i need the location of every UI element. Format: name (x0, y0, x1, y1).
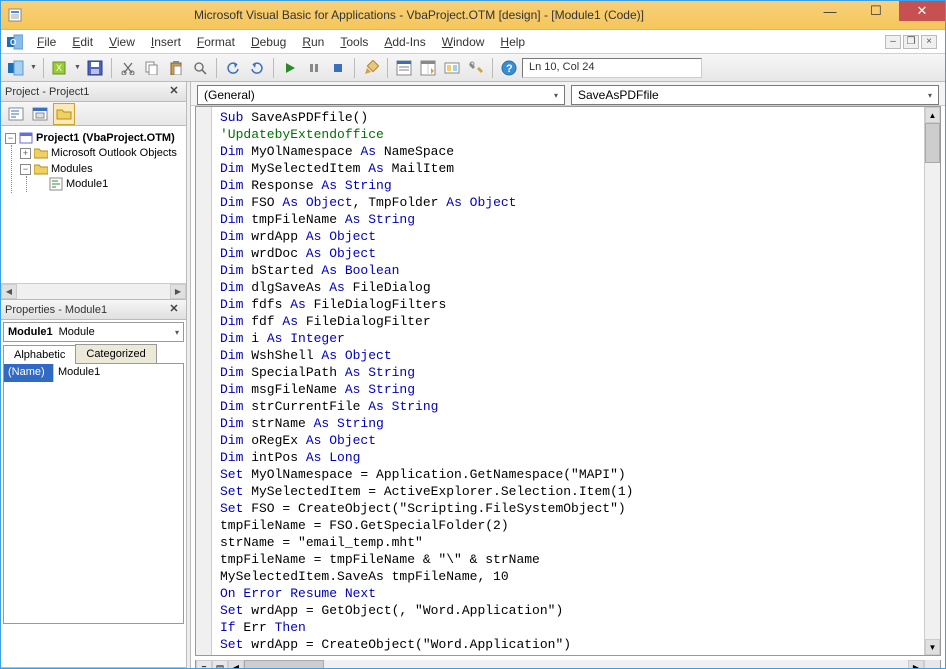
minimize-button[interactable]: — (807, 1, 853, 21)
title-bar: Microsoft Visual Basic for Applications … (1, 1, 945, 30)
menu-format[interactable]: Format (189, 32, 243, 52)
expander-icon[interactable]: − (5, 133, 16, 144)
close-button[interactable]: ✕ (899, 1, 945, 21)
run-button[interactable] (279, 57, 301, 79)
code-margin (196, 107, 212, 655)
object-combo[interactable]: (General)▾ (197, 85, 565, 105)
project-panel-close-button[interactable]: ✕ (166, 84, 182, 100)
properties-grid[interactable]: (Name) Module1 (3, 364, 184, 624)
procedure-view-button[interactable]: ≡ (196, 660, 212, 668)
insert-module-button[interactable]: X (49, 57, 71, 79)
svg-text:O: O (10, 38, 16, 47)
menu-run[interactable]: Run (294, 32, 332, 52)
svg-text:?: ? (506, 63, 513, 75)
outlook-icon: O (5, 32, 25, 52)
svg-text:X: X (56, 63, 62, 73)
paste-button[interactable] (165, 57, 187, 79)
find-button[interactable] (189, 57, 211, 79)
scroll-right-button[interactable]: ▶ (908, 660, 924, 668)
vertical-scrollbar[interactable]: ▲▼ (924, 107, 940, 655)
project-root[interactable]: Project1 (VbaProject.OTM) (36, 132, 175, 144)
cursor-position-box: Ln 10, Col 24 (522, 58, 702, 78)
maximize-button[interactable]: ☐ (853, 1, 899, 21)
menu-bar: O FileEditViewInsertFormatDebugRunToolsA… (1, 30, 945, 54)
menu-add-ins[interactable]: Add-Ins (376, 32, 433, 52)
menu-help[interactable]: Help (492, 32, 533, 52)
window-title: Microsoft Visual Basic for Applications … (31, 8, 807, 22)
chevron-down-icon: ▾ (175, 328, 179, 337)
tree-folder-outlook[interactable]: Microsoft Outlook Objects (51, 147, 177, 159)
project-panel-title: Project - Project1 ✕ (1, 82, 186, 102)
expander-icon[interactable]: + (20, 148, 31, 159)
properties-window-button[interactable] (417, 57, 439, 79)
dropdown-arrow-icon[interactable]: ▼ (29, 57, 38, 79)
project-explorer-button[interactable] (393, 57, 415, 79)
save-button[interactable] (84, 57, 106, 79)
folder-icon (34, 162, 48, 176)
view-object-button[interactable] (29, 103, 51, 125)
menu-view[interactable]: View (101, 32, 143, 52)
tab-categorized[interactable]: Categorized (75, 344, 156, 363)
chevron-down-icon: ▾ (928, 91, 932, 100)
folder-icon (34, 146, 48, 160)
object-browser-button[interactable] (441, 57, 463, 79)
help-button[interactable]: ? (498, 57, 520, 79)
property-name[interactable]: (Name) (4, 364, 54, 382)
copy-button[interactable] (141, 57, 163, 79)
cut-button[interactable] (117, 57, 139, 79)
design-mode-button[interactable] (360, 57, 382, 79)
menu-file[interactable]: File (29, 32, 64, 52)
view-outlook-button[interactable] (5, 57, 27, 79)
menu-tools[interactable]: Tools (332, 32, 376, 52)
app-icon (7, 7, 23, 23)
scroll-right-button[interactable]: ▶ (170, 284, 186, 299)
mdi-minimize-button[interactable]: – (885, 35, 901, 49)
properties-object-combo[interactable]: Module1 Module ▾ (3, 322, 184, 342)
standard-toolbar: ▼ X ▼ ? Ln 10, Col 24 (1, 54, 945, 82)
redo-button[interactable] (246, 57, 268, 79)
menu-window[interactable]: Window (434, 32, 493, 52)
tree-folder-modules[interactable]: Modules (51, 163, 93, 175)
view-code-button[interactable] (5, 103, 27, 125)
properties-panel-title: Properties - Module1 ✕ (1, 300, 186, 320)
toggle-folders-button[interactable] (53, 103, 75, 125)
scroll-left-button[interactable]: ◀ (1, 284, 17, 299)
property-value[interactable]: Module1 (54, 364, 183, 382)
chevron-down-icon: ▾ (554, 91, 558, 100)
code-editor[interactable]: Sub SaveAsPDFfile() 'UpdatebyExtendoffic… (212, 107, 924, 655)
tree-module1[interactable]: Module1 (66, 178, 108, 190)
project-tree[interactable]: − Project1 (VbaProject.OTM) + Microsoft Ou… (1, 126, 186, 283)
project-icon (19, 131, 33, 145)
dropdown-arrow-icon[interactable]: ▼ (73, 57, 82, 79)
project-panel-toolbar (1, 102, 186, 126)
menu-edit[interactable]: Edit (64, 32, 101, 52)
menu-insert[interactable]: Insert (143, 32, 189, 52)
scrollbar-thumb[interactable] (244, 660, 324, 668)
break-button[interactable] (303, 57, 325, 79)
scroll-left-button[interactable]: ◀ (228, 660, 244, 668)
tab-alphabetic[interactable]: Alphabetic (3, 345, 76, 364)
procedure-combo[interactable]: SaveAsPDFfile▾ (571, 85, 939, 105)
properties-panel-close-button[interactable]: ✕ (166, 302, 182, 318)
reset-button[interactable] (327, 57, 349, 79)
undo-button[interactable] (222, 57, 244, 79)
full-module-view-button[interactable]: ▤ (212, 660, 228, 668)
toolbox-button[interactable] (465, 57, 487, 79)
mdi-restore-button[interactable]: ❐ (903, 35, 919, 49)
module-icon (49, 177, 63, 191)
menu-debug[interactable]: Debug (243, 32, 294, 52)
property-row: (Name) Module1 (4, 364, 183, 382)
expander-icon[interactable]: − (20, 164, 31, 175)
mdi-close-button[interactable]: × (921, 35, 937, 49)
